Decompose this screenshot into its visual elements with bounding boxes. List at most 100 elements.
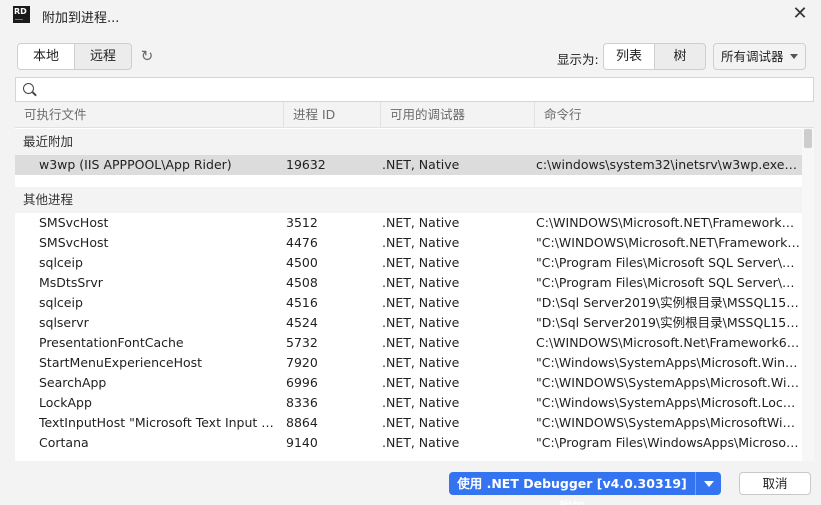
process-row[interactable]: PresentationFontCache 5732 .NET, Native C:\… — [15, 333, 802, 353]
process-name: sqlceip — [39, 295, 83, 310]
process-name: TextInputHost "Microsoft Text Input A... — [39, 415, 275, 430]
view-tree-button[interactable]: 树 — [655, 44, 705, 69]
process-command-line: C:\WINDOWS\Microsoft.Net\Framework64... — [536, 335, 800, 350]
attach-split-button: 使用 .NET Debugger [v4.0.30319] 附加 — [449, 472, 721, 505]
search-box — [15, 77, 814, 102]
process-id: 8336 — [286, 395, 318, 410]
process-debuggers: .NET, Native — [382, 215, 460, 230]
process-id: 4524 — [286, 315, 318, 330]
process-command-line: C:\WINDOWS\Microsoft.NET\Framework6... — [536, 215, 800, 230]
process-id: 3512 — [286, 215, 318, 230]
window-title: 附加到进程... — [42, 11, 120, 26]
process-debuggers: .NET, Native — [382, 415, 460, 430]
title-bar: RD 附加到进程... ✕ — [0, 0, 821, 32]
show-as-label: 显示为: — [557, 52, 599, 67]
attach-options-dropdown[interactable] — [695, 472, 721, 495]
app-logo-text: RD — [14, 7, 27, 16]
process-table: 最近附加 w3wp (IIS APPPOOL\App Rider) 19632 .NE… — [15, 128, 814, 461]
debugger-filter-value: 所有调试器 — [721, 49, 784, 64]
search-icon — [23, 83, 34, 94]
process-row[interactable]: w3wp (IIS APPPOOL\App Rider) 19632 .NET, N… — [15, 155, 802, 175]
process-name: MsDtsSrvr — [39, 275, 103, 290]
column-header-command-line[interactable]: 命令行 — [534, 102, 814, 127]
process-id: 8864 — [286, 415, 318, 430]
process-debuggers: .NET, Native — [382, 157, 460, 172]
process-id: 19632 — [286, 157, 326, 172]
process-debuggers: .NET, Native — [382, 295, 460, 310]
process-command-line: "C:\Program Files\Microsoft SQL Server\1… — [536, 255, 800, 270]
process-row[interactable]: StartMenuExperienceHost 7920 .NET, Native "… — [15, 353, 802, 373]
process-name: w3wp (IIS APPPOOL\App Rider) — [39, 157, 232, 172]
scrollbar-thumb[interactable] — [804, 129, 812, 148]
app-logo: RD — [13, 6, 30, 23]
vertical-scrollbar[interactable] — [802, 128, 814, 461]
process-row[interactable]: TextInputHost "Microsoft Text Input A...… — [15, 413, 802, 433]
process-name: SMSvcHost — [39, 215, 109, 230]
process-row[interactable]: SMSvcHost 4476 .NET, Native "C:\WINDOWS\Mic… — [15, 233, 802, 253]
process-id: 9140 — [286, 435, 318, 450]
process-command-line: "C:\Program Files\WindowsApps\Microsoft.… — [536, 435, 800, 450]
search-input[interactable] — [41, 80, 801, 99]
process-name: PresentationFontCache — [39, 335, 184, 350]
process-row[interactable]: Cortana 9140 .NET, Native "C:\Program Files… — [15, 433, 802, 453]
process-debuggers: .NET, Native — [382, 275, 460, 290]
column-header-debuggers[interactable]: 可用的调试器 — [380, 102, 534, 127]
process-name: Cortana — [39, 435, 89, 450]
chevron-down-icon — [790, 54, 798, 59]
close-icon: ✕ — [792, 3, 808, 24]
process-row[interactable]: LockApp 8336 .NET, Native "C:\Windows\Syste… — [15, 393, 802, 413]
process-id: 5732 — [286, 335, 318, 350]
process-id: 4516 — [286, 295, 318, 310]
process-name: StartMenuExperienceHost — [39, 355, 203, 370]
cancel-button[interactable]: 取消 — [739, 472, 811, 495]
process-command-line: "C:\Windows\SystemApps\Microsoft.LockA..… — [536, 395, 800, 410]
refresh-icon: ↻ — [140, 47, 154, 65]
process-command-line: "C:\WINDOWS\SystemApps\Microsoft.Win... — [536, 375, 800, 390]
process-command-line: c:\windows\system32\inetsrv\w3wp.exe -a.… — [536, 157, 800, 172]
process-row[interactable]: SMSvcHost 3512 .NET, Native C:\WINDOWS\Micr… — [15, 213, 802, 233]
process-id: 4508 — [286, 275, 318, 290]
process-debuggers: .NET, Native — [382, 335, 460, 350]
process-name: sqlceip — [39, 255, 83, 270]
process-id: 4476 — [286, 235, 318, 250]
process-debuggers: .NET, Native — [382, 355, 460, 370]
process-debuggers: .NET, Native — [382, 435, 460, 450]
process-id: 4500 — [286, 255, 318, 270]
process-command-line: "C:\WINDOWS\Microsoft.NET\Framework6... — [536, 235, 800, 250]
process-command-line: "D:\Sql Server2019\实例根目录\MSSQL15.M... — [536, 295, 800, 310]
close-button[interactable]: ✕ — [787, 3, 813, 27]
process-command-line: "C:\WINDOWS\SystemApps\MicrosoftWin... — [536, 415, 800, 430]
process-debuggers: .NET, Native — [382, 315, 460, 330]
process-row[interactable]: sqlceip 4500 .NET, Native "C:\Program Files… — [15, 253, 802, 273]
process-name: sqlservr — [39, 315, 89, 330]
process-debuggers: .NET, Native — [382, 395, 460, 410]
tab-remote[interactable]: 远程 — [75, 44, 131, 69]
tab-local[interactable]: 本地 — [18, 44, 75, 69]
process-row[interactable]: sqlservr 4524 .NET, Native "D:\Sql Server20… — [15, 313, 802, 333]
view-mode-toggle: 列表 树 — [603, 43, 706, 70]
process-id: 7920 — [286, 355, 318, 370]
group-header-other: 其他进程 — [15, 187, 802, 213]
group-header-recent: 最近附加 — [15, 129, 802, 155]
column-header-executable[interactable]: 可执行文件 — [15, 102, 284, 127]
process-command-line: "D:\Sql Server2019\实例根目录\MSSQL15.M... — [536, 315, 800, 330]
process-name: SMSvcHost — [39, 235, 109, 250]
process-row[interactable]: sqlceip 4516 .NET, Native "D:\Sql Server201… — [15, 293, 802, 313]
process-command-line: "C:\Program Files\Microsoft SQL Server\1… — [536, 275, 800, 290]
process-debuggers: .NET, Native — [382, 255, 460, 270]
process-name: SearchApp — [39, 375, 107, 390]
column-header-pid[interactable]: 进程 ID — [283, 102, 380, 127]
refresh-button[interactable]: ↻ — [138, 47, 156, 65]
process-debuggers: .NET, Native — [382, 375, 460, 390]
attach-button[interactable]: 使用 .NET Debugger [v4.0.30319] 附加 — [449, 472, 695, 505]
debugger-filter-select[interactable]: 所有调试器 — [713, 43, 806, 70]
process-command-line: "C:\Windows\SystemApps\Microsoft.Wind... — [536, 355, 800, 370]
process-name: LockApp — [39, 395, 92, 410]
connection-tabs: 本地 远程 — [17, 43, 132, 70]
table-header: 可执行文件 进程 ID 可用的调试器 命令行 — [15, 102, 814, 128]
process-debuggers: .NET, Native — [382, 235, 460, 250]
view-list-button[interactable]: 列表 — [604, 44, 655, 69]
process-row[interactable]: MsDtsSrvr 4508 .NET, Native "C:\Program Fil… — [15, 273, 802, 293]
process-row[interactable]: SearchApp 6996 .NET, Native "C:\WINDOWS\Sys… — [15, 373, 802, 393]
process-id: 6996 — [286, 375, 318, 390]
